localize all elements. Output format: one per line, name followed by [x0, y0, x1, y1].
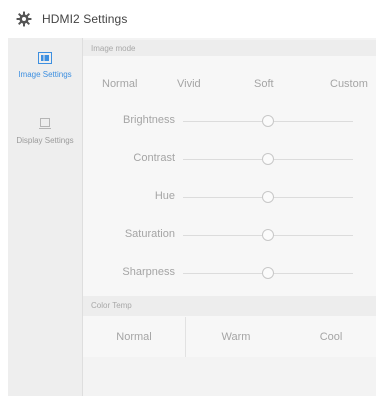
sidebar-item-display-settings[interactable]: Display Settings — [8, 118, 82, 145]
mode-option-normal[interactable]: Normal — [102, 78, 137, 90]
sidebar-item-image-settings[interactable]: Image Settings — [8, 52, 82, 79]
brightness-label: Brightness — [123, 114, 175, 126]
color-temp-header: Color Temp — [83, 296, 376, 316]
contrast-label: Contrast — [133, 152, 175, 164]
hue-label: Hue — [154, 190, 175, 202]
title-bar: HDMI2 Settings — [0, 0, 376, 38]
sidebar-item-label: Image Settings — [18, 70, 72, 79]
main-panel: Image mode Normal Vivid Soft Custom Brig… — [83, 38, 376, 396]
sharpness-row: Sharpness — [83, 254, 376, 292]
window-title: HDMI2 Settings — [42, 12, 128, 26]
brightness-slider-knob[interactable] — [262, 115, 274, 127]
saturation-slider-knob[interactable] — [262, 229, 274, 241]
hue-slider-knob[interactable] — [262, 191, 274, 203]
color-temp-option-normal[interactable]: Normal — [83, 317, 185, 357]
contrast-row: Contrast — [83, 140, 376, 178]
saturation-label: Saturation — [124, 228, 175, 240]
sharpness-label: Sharpness — [122, 266, 175, 278]
color-temp-option-warm[interactable]: Warm — [186, 317, 286, 357]
sidebar: Image Settings Display Settings — [8, 38, 83, 396]
display-settings-icon — [8, 118, 82, 132]
color-temp-selector: Normal Warm Cool — [83, 317, 376, 357]
sharpness-slider-knob[interactable] — [262, 267, 274, 279]
brightness-row: Brightness — [83, 102, 376, 140]
gear-icon — [16, 11, 32, 27]
mode-option-vivid[interactable]: Vivid — [177, 78, 201, 90]
saturation-row: Saturation — [83, 216, 376, 254]
mode-option-soft[interactable]: Soft — [254, 78, 274, 90]
contrast-slider-knob[interactable] — [262, 153, 274, 165]
image-settings-icon — [8, 52, 82, 66]
mode-option-custom[interactable]: Custom — [330, 78, 368, 90]
image-mode-label: Image mode — [91, 44, 136, 53]
hue-row: Hue — [83, 178, 376, 216]
settings-window: HDMI2 Settings Image Settings Display Se… — [0, 0, 376, 396]
color-temp-label: Color Temp — [91, 301, 132, 310]
color-temp-option-cool[interactable]: Cool — [286, 317, 376, 357]
sidebar-item-label: Display Settings — [16, 136, 74, 145]
image-mode-header: Image mode — [83, 40, 376, 56]
